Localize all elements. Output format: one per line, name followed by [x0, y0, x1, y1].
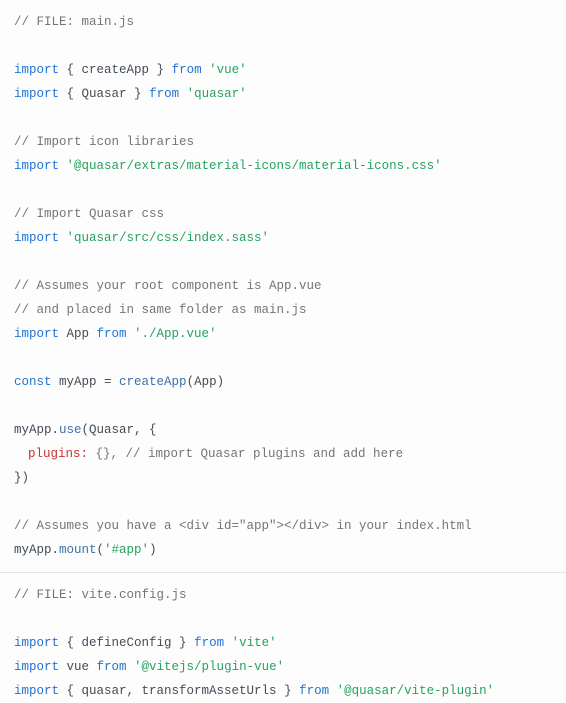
ident: myApp.: [14, 423, 59, 437]
blank-line: [14, 490, 552, 514]
method-call: use: [59, 423, 82, 437]
keyword-from: from: [97, 327, 127, 341]
keyword-from: from: [299, 684, 329, 698]
keyword-from: from: [194, 636, 224, 650]
keyword-from: from: [149, 87, 179, 101]
punct: {: [59, 63, 82, 77]
ident: quasar, transformAssetUrls: [82, 684, 277, 698]
file-separator: // FILE: vite.config.js import { defineC…: [0, 572, 566, 703]
blank-line: [14, 106, 552, 130]
comment: // and placed in same folder as main.js: [14, 303, 307, 317]
keyword-import: import: [14, 684, 59, 698]
comment: // Assumes your root component is App.vu…: [14, 279, 322, 293]
punct: {: [59, 87, 82, 101]
string: 'vue': [202, 63, 247, 77]
keyword-import: import: [14, 159, 59, 173]
ident: vue: [59, 660, 97, 674]
code-line: // FILE: main.js: [14, 10, 552, 34]
keyword-from: from: [97, 660, 127, 674]
code-line: }): [14, 466, 552, 490]
string: '@quasar/extras/material-icons/material-…: [59, 159, 442, 173]
punct: ): [149, 543, 157, 557]
ident: myApp: [52, 375, 105, 389]
code-line: // Assumes your root component is App.vu…: [14, 274, 552, 298]
punct: }: [149, 63, 172, 77]
property-key: plugins:: [28, 447, 88, 461]
function-call: createApp: [119, 375, 187, 389]
keyword-import: import: [14, 660, 59, 674]
punct: {: [59, 636, 82, 650]
code-line: myApp.mount('#app'): [14, 538, 552, 562]
string: '@quasar/vite-plugin': [329, 684, 494, 698]
code-line: import { defineConfig } from 'vite': [14, 631, 552, 655]
keyword-import: import: [14, 327, 59, 341]
code-line: import { Quasar } from 'quasar': [14, 82, 552, 106]
keyword-import: import: [14, 231, 59, 245]
punct: (: [97, 543, 105, 557]
code-line: // and placed in same folder as main.js: [14, 298, 552, 322]
method-call: mount: [59, 543, 97, 557]
code-line: import vue from '@vitejs/plugin-vue': [14, 655, 552, 679]
code-line: // Import icon libraries: [14, 130, 552, 154]
code-line: // FILE: vite.config.js: [14, 583, 552, 607]
keyword-import: import: [14, 636, 59, 650]
comment: // FILE: vite.config.js: [14, 588, 187, 602]
keyword-from: from: [172, 63, 202, 77]
punct: }: [277, 684, 300, 698]
code-line: import { createApp } from 'vue': [14, 58, 552, 82]
blank-line: [14, 346, 552, 370]
string: './App.vue': [127, 327, 217, 341]
ident: createApp: [82, 63, 150, 77]
string: '@vitejs/plugin-vue': [127, 660, 285, 674]
comment: // FILE: main.js: [14, 15, 134, 29]
punct: (App): [187, 375, 225, 389]
code-line: // Import Quasar css: [14, 202, 552, 226]
ident: Quasar: [82, 87, 127, 101]
code-line: const myApp = createApp(App): [14, 370, 552, 394]
punct: (Quasar, {: [82, 423, 157, 437]
keyword-const: const: [14, 375, 52, 389]
punct: =: [104, 375, 119, 389]
blank-line: [14, 394, 552, 418]
string: '#app': [104, 543, 149, 557]
blank-line: [14, 178, 552, 202]
ident: App: [59, 327, 97, 341]
punct: {: [59, 684, 82, 698]
punct: }: [172, 636, 195, 650]
code-line: import App from './App.vue': [14, 322, 552, 346]
comment: // Import Quasar css: [14, 207, 164, 221]
comment: // Assumes you have a <div id="app"></di…: [14, 519, 472, 533]
keyword-import: import: [14, 87, 59, 101]
string: 'quasar/src/css/index.sass': [59, 231, 269, 245]
code-line: import 'quasar/src/css/index.sass': [14, 226, 552, 250]
code-line: import { quasar, transformAssetUrls } fr…: [14, 679, 552, 703]
ident: myApp.: [14, 543, 59, 557]
blank-line: [14, 250, 552, 274]
punct: }: [127, 87, 150, 101]
code-line: plugins: {}, // import Quasar plugins an…: [14, 442, 552, 466]
keyword-import: import: [14, 63, 59, 77]
blank-line: [14, 34, 552, 58]
code-line: import '@quasar/extras/material-icons/ma…: [14, 154, 552, 178]
code-line: // Assumes you have a <div id="app"></di…: [14, 514, 552, 538]
punct: }): [14, 471, 29, 485]
code-line: myApp.use(Quasar, {: [14, 418, 552, 442]
text: {}, // import Quasar plugins and add her…: [88, 447, 403, 461]
ident: defineConfig: [82, 636, 172, 650]
string: 'quasar': [179, 87, 247, 101]
blank-line: [14, 607, 552, 631]
string: 'vite': [224, 636, 277, 650]
comment: // Import icon libraries: [14, 135, 194, 149]
